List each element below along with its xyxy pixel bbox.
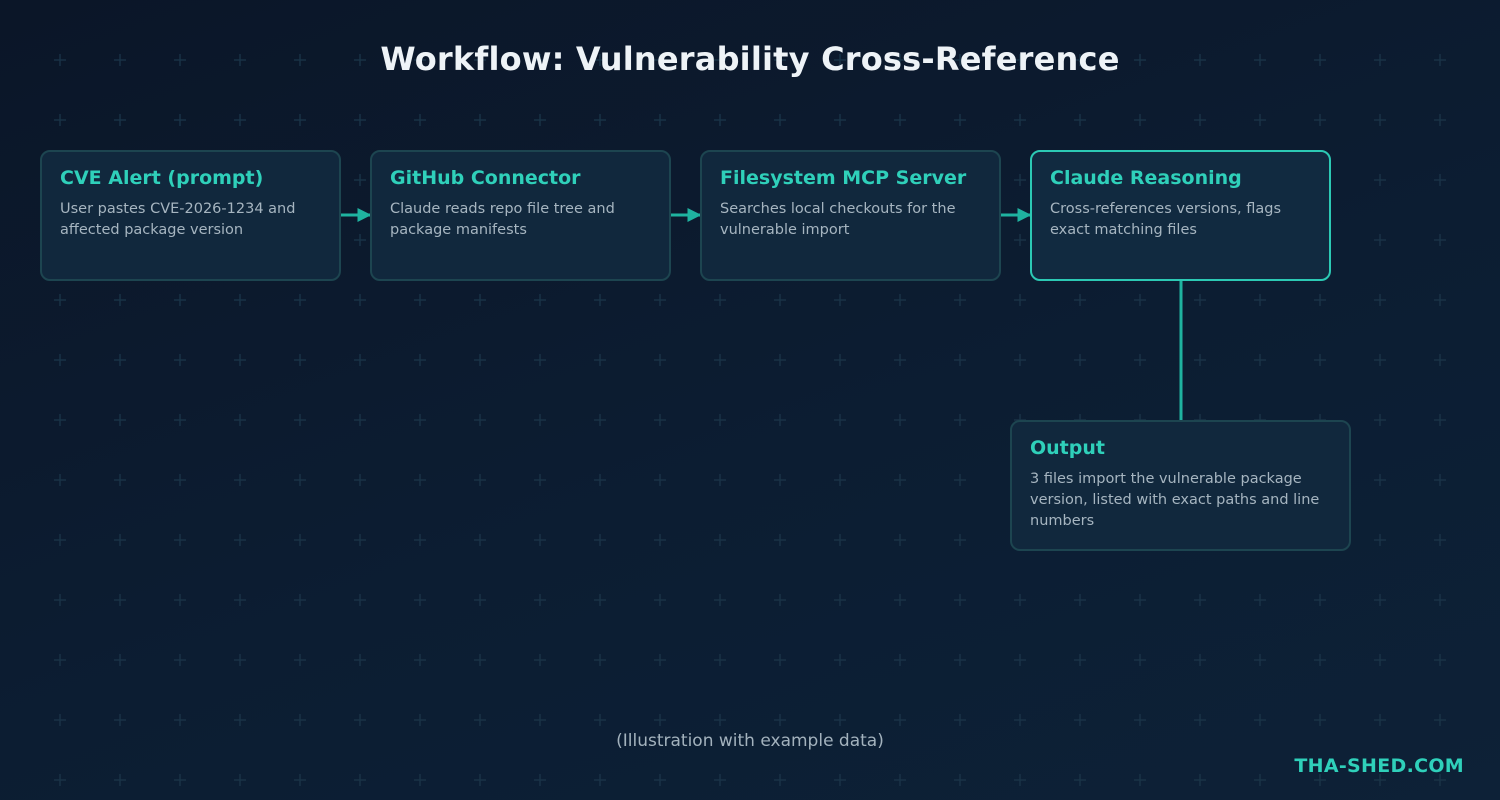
- node-title: Claude Reasoning: [1050, 167, 1242, 189]
- node-title: GitHub Connector: [390, 167, 581, 189]
- node-filesystem-mcp: Filesystem MCP Server Searches local che…: [700, 150, 1001, 281]
- node-claude-reasoning: Claude Reasoning Cross-references versio…: [1030, 150, 1331, 281]
- node-description: Cross-references versions, flags exact m…: [1050, 201, 1282, 238]
- node-description: Searches local checkouts for the vulnera…: [720, 201, 956, 238]
- node-description: Claude reads repo file tree and package …: [390, 201, 615, 238]
- node-description: User pastes CVE-2026-1234 and affected p…: [60, 201, 296, 238]
- node-title: Filesystem MCP Server: [720, 167, 967, 189]
- node-title: Output: [1030, 437, 1105, 459]
- brand-watermark: THA-SHED.COM: [1294, 755, 1464, 777]
- node-github-connector: GitHub Connector Claude reads repo file …: [370, 150, 671, 281]
- node-title: CVE Alert (prompt): [60, 167, 264, 189]
- illustration-caption: (Illustration with example data): [616, 731, 884, 751]
- node-cve-alert: CVE Alert (prompt) User pastes CVE-2026-…: [40, 150, 341, 281]
- node-description: 3 files import the vulnerable package ve…: [1030, 471, 1320, 529]
- node-output: Output 3 files import the vulnerable pac…: [1010, 420, 1351, 551]
- connector-layer: [341, 208, 1183, 420]
